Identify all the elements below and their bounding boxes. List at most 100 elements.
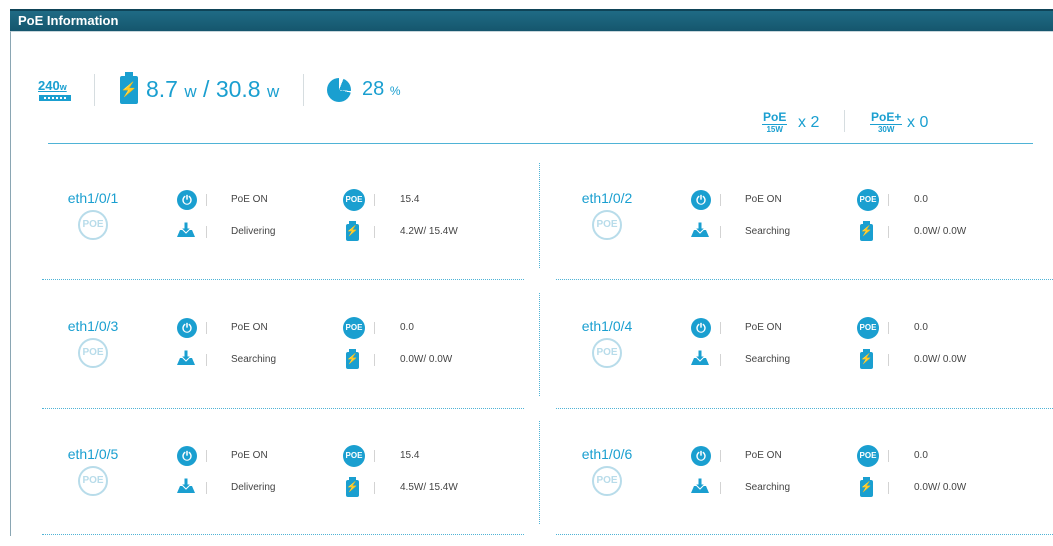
separator — [374, 226, 375, 238]
separator — [720, 226, 721, 238]
poe-plus-class-30w-icon: PoE+ 30W — [870, 110, 903, 134]
separator — [374, 482, 375, 494]
download-icon — [691, 478, 709, 493]
power-icon: ⏻ — [691, 446, 711, 466]
port-name: eth1/0/5 — [67, 446, 119, 462]
panel-title: PoE Information — [18, 13, 119, 28]
poe-delivery-status: Delivering — [231, 226, 276, 237]
poe-power-usage: 4.5W/ 15.4W — [400, 482, 458, 493]
summary-underline — [48, 143, 1033, 144]
separator — [720, 322, 721, 334]
poe-icon: POE — [343, 317, 365, 339]
power-budget: 240w — [38, 78, 74, 104]
download-icon — [691, 222, 709, 237]
download-icon — [691, 350, 709, 365]
poe-power-usage: 0.0W/ 0.0W — [400, 354, 453, 365]
battery-icon: ⚡ — [860, 221, 873, 241]
poe-icon: POE — [343, 445, 365, 467]
port-name: eth1/0/1 — [67, 190, 119, 206]
power-separator: / — [203, 76, 210, 102]
poe-badge-icon: POE — [592, 466, 622, 496]
poe-badge-icon: POE — [592, 338, 622, 368]
power-budget-value: 240w — [38, 78, 67, 93]
grid-divider — [539, 293, 540, 396]
power-used-value: 8.7 — [146, 76, 178, 102]
poe-power-limit: 15.4 — [400, 450, 420, 461]
separator — [888, 354, 889, 366]
separator — [374, 354, 375, 366]
power-percent-value: 28 — [362, 78, 385, 100]
battery-icon: ⚡ — [346, 349, 359, 369]
poe-power-usage: 0.0W/ 0.0W — [914, 226, 967, 237]
port-name: eth1/0/4 — [581, 318, 633, 334]
poe-power-usage: 0.0W/ 0.0W — [914, 354, 967, 365]
power-icon: ⏻ — [691, 190, 711, 210]
class-divider — [844, 110, 845, 132]
separator — [888, 450, 889, 462]
separator — [720, 354, 721, 366]
poe-power-limit: 0.0 — [914, 194, 928, 205]
poe-power-limit: 0.0 — [914, 322, 928, 333]
poe-plus-class-30w-count: x 0 — [907, 114, 929, 131]
power-icon: ⏻ — [177, 446, 197, 466]
poe-badge-icon: POE — [78, 338, 108, 368]
power-percent-unit: % — [389, 84, 401, 98]
power-icon: ⏻ — [691, 318, 711, 338]
separator — [206, 482, 207, 494]
poe-delivery-status: Searching — [745, 482, 791, 493]
port-card: eth1/0/4 POE ⏻ PoE ON POE 0.0 Searching … — [572, 317, 1042, 418]
port-name: eth1/0/3 — [67, 318, 119, 334]
separator — [206, 354, 207, 366]
poe-power-limit: 0.0 — [914, 450, 928, 461]
separator — [720, 482, 721, 494]
poe-delivery-status: Searching — [231, 354, 277, 365]
port-name: eth1/0/2 — [581, 190, 633, 206]
poe-class-15w-count: x 2 — [798, 114, 820, 131]
poe-admin-status: PoE ON — [231, 194, 268, 205]
port-card: eth1/0/1 POE ⏻ PoE ON POE 15.4 Deliverin… — [58, 189, 528, 290]
separator — [374, 194, 375, 206]
poe-power-usage: 0.0W/ 0.0W — [914, 482, 967, 493]
poe-power-limit: 0.0 — [400, 322, 414, 333]
separator — [374, 450, 375, 462]
download-icon — [177, 478, 195, 493]
separator — [206, 194, 207, 206]
power-icon: ⏻ — [177, 318, 197, 338]
poe-admin-status: PoE ON — [745, 450, 782, 461]
separator — [720, 450, 721, 462]
poe-badge-icon: POE — [78, 466, 108, 496]
poe-icon: POE — [857, 317, 879, 339]
separator — [888, 194, 889, 206]
poe-badge-icon: POE — [592, 210, 622, 240]
panel-header: PoE Information — [0, 0, 1053, 31]
summary-divider — [94, 74, 95, 106]
poe-admin-status: PoE ON — [745, 322, 782, 333]
panel-header-bar: PoE Information — [10, 9, 1053, 31]
port-card: eth1/0/2 POE ⏻ PoE ON POE 0.0 Searching … — [572, 189, 1042, 290]
poe-delivery-status: Searching — [745, 226, 791, 237]
poe-power-usage: 4.2W/ 15.4W — [400, 226, 458, 237]
power-percent: 28 % — [362, 78, 400, 101]
poe-admin-status: PoE ON — [231, 450, 268, 461]
separator — [888, 226, 889, 238]
battery-icon: ⚡ — [346, 221, 359, 241]
poe-icon: POE — [857, 189, 879, 211]
poe-power-limit: 15.4 — [400, 194, 420, 205]
grid-divider — [539, 163, 540, 268]
port-card: eth1/0/5 POE ⏻ PoE ON POE 15.4 Deliverin… — [58, 445, 528, 546]
download-icon — [177, 222, 195, 237]
power-total-value: 30.8 — [215, 76, 261, 102]
poe-admin-status: PoE ON — [231, 322, 268, 333]
poe-icon: POE — [857, 445, 879, 467]
battery-icon: ⚡ — [346, 477, 359, 497]
battery-icon: ⚡ — [860, 349, 873, 369]
power-total-unit: w — [266, 82, 280, 101]
poe-icon: POE — [343, 189, 365, 211]
summary-divider — [303, 74, 304, 106]
separator — [374, 322, 375, 334]
battery-icon: ⚡ — [120, 72, 138, 104]
power-supply-icon — [39, 95, 71, 101]
download-icon — [177, 350, 195, 365]
power-usage: 8.7 w / 30.8 w — [146, 76, 279, 103]
battery-icon: ⚡ — [860, 477, 873, 497]
